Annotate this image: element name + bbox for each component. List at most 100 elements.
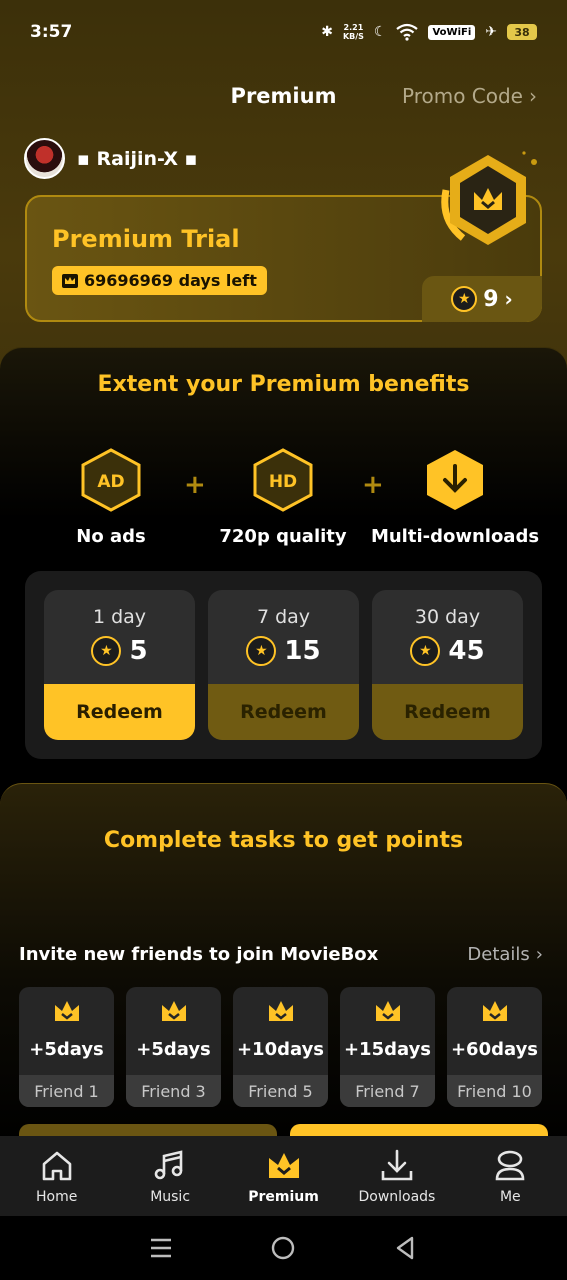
friend-reward-card[interactable]: +5days Friend 1 <box>19 987 114 1107</box>
nav-me[interactable]: Me <box>454 1136 567 1216</box>
home-icon <box>42 1151 72 1181</box>
points-balance[interactable]: ★ 9 › <box>422 276 542 322</box>
nav-label: Premium <box>248 1189 319 1205</box>
invite-row: Invite new friends to join MovieBox Deta… <box>19 944 543 965</box>
days-left-badge: 69696969 days left <box>52 266 267 295</box>
plan-days: 7 day <box>256 606 311 628</box>
nav-downloads[interactable]: Downloads <box>340 1136 453 1216</box>
status-time: 3:57 <box>30 22 73 42</box>
moon-icon: ☾ <box>373 24 387 40</box>
benefit-label: Multi-downloads <box>370 526 540 547</box>
trial-title: Premium Trial <box>52 225 240 253</box>
status-icons: ✱ 2.21 KB/S ☾ VoWiFi ✈ 38 <box>321 23 537 41</box>
star-coin-icon: ★ <box>91 636 122 666</box>
bluetooth-icon: ✱ <box>321 24 333 40</box>
nav-label: Downloads <box>358 1189 436 1205</box>
benefit-label: No ads <box>76 526 146 547</box>
nav-home[interactable]: Home <box>0 1136 113 1216</box>
back-icon[interactable] <box>392 1234 420 1262</box>
bottom-nav: Home Music Premium Downloads Me <box>0 1136 567 1216</box>
status-bar: 3:57 ✱ 2.21 KB/S ☾ VoWiFi ✈ 38 <box>0 0 567 64</box>
chevron-right-icon: › <box>535 944 543 965</box>
download-arrow-icon <box>427 450 483 510</box>
tasks-panel: Complete tasks to get points Invite new … <box>0 783 567 1143</box>
download-icon <box>381 1149 413 1181</box>
friend-label: Friend 7 <box>340 1075 435 1107</box>
friend-bonus: +5days <box>136 1039 211 1060</box>
plan-days: 1 day <box>92 606 147 628</box>
star-coin-icon: ★ <box>410 636 441 666</box>
chevron-right-icon: › <box>504 287 513 311</box>
friend-bonus: +60days <box>450 1039 539 1060</box>
profile-icon <box>496 1150 525 1181</box>
username: ▪ Raijin-X ▪ <box>77 147 198 170</box>
star-coin-icon: ★ <box>246 636 277 666</box>
plan-price-value: 45 <box>448 636 485 666</box>
details-link[interactable]: Details › <box>467 944 543 965</box>
airplane-icon: ✈ <box>485 24 497 40</box>
friend-label: Friend 5 <box>233 1075 328 1107</box>
details-label: Details <box>467 944 530 965</box>
nav-label: Music <box>150 1189 191 1205</box>
system-nav-bar <box>0 1216 567 1280</box>
redeem-button[interactable]: Redeem <box>208 684 359 740</box>
benefit-hd: HD 720p quality <box>198 448 368 547</box>
user-row[interactable]: ▪ Raijin-X ▪ <box>24 138 198 179</box>
friend-label: Friend 10 <box>447 1075 542 1107</box>
avatar[interactable] <box>24 138 65 179</box>
home-circle-icon[interactable] <box>269 1234 297 1262</box>
invite-title: Invite new friends to join MovieBox <box>19 944 379 965</box>
net-speed: 2.21 KB/S <box>343 23 364 41</box>
nav-premium[interactable]: Premium <box>227 1136 340 1216</box>
net-speed-value: 2.21 <box>343 23 364 32</box>
plan-price: ★ 15 <box>208 636 359 666</box>
promo-code-link[interactable]: Promo Code › <box>402 84 537 108</box>
plan-card-30-day[interactable]: 30 day ★ 45 Redeem <box>372 590 523 740</box>
plan-price-value: 15 <box>284 636 321 666</box>
battery-icon: 38 <box>507 24 537 40</box>
plan-price: ★ 5 <box>44 636 195 666</box>
plan-price-value: 5 <box>129 636 148 666</box>
crown-icon <box>268 1153 299 1178</box>
hd-icon: HD <box>253 448 313 512</box>
friend-reward-card[interactable]: +60days Friend 10 <box>447 987 542 1107</box>
ad-icon-text: AD <box>97 472 124 492</box>
friend-bonus: +10days <box>236 1039 325 1060</box>
chevron-right-icon: › <box>529 84 537 108</box>
plan-days: 30 day <box>414 606 481 628</box>
benefit-no-ads: AD No ads <box>26 448 196 547</box>
crown-icon <box>55 1001 79 1021</box>
crown-icon <box>376 1001 400 1021</box>
redeem-button[interactable]: Redeem <box>44 684 195 740</box>
star-coin-icon: ★ <box>451 286 478 312</box>
friend-bonus: +15days <box>343 1039 432 1060</box>
hd-icon-text: HD <box>269 472 297 492</box>
promo-code-label: Promo Code <box>401 84 523 108</box>
header: Premium Promo Code › <box>0 78 567 118</box>
nav-music[interactable]: Music <box>113 1136 226 1216</box>
friend-bonus: +5days <box>29 1039 104 1060</box>
benefit-label: 720p quality <box>219 526 347 547</box>
friend-label: Friend 1 <box>19 1075 114 1107</box>
plan-card-7-day[interactable]: 7 day ★ 15 Redeem <box>208 590 359 740</box>
benefits-panel: Extent your Premium benefits AD No ads +… <box>0 347 567 777</box>
benefit-multi-downloads: Multi-downloads <box>370 448 540 547</box>
crown-icon <box>162 1001 186 1021</box>
points-value: 9 <box>483 286 499 312</box>
premium-hex-badge-icon <box>441 151 537 245</box>
nav-label: Me <box>499 1189 521 1205</box>
plans-container: 1 day ★ 5 Redeem 7 day ★ 15 Redeem 30 da… <box>25 571 542 759</box>
friend-reward-card[interactable]: +15days Friend 7 <box>340 987 435 1107</box>
crown-icon <box>483 1001 507 1021</box>
redeem-button[interactable]: Redeem <box>372 684 523 740</box>
plan-price: ★ 45 <box>372 636 523 666</box>
benefits-title: Extent your Premium benefits <box>97 372 470 397</box>
net-speed-unit: KB/S <box>342 32 364 41</box>
recent-apps-icon[interactable] <box>147 1234 175 1262</box>
ad-icon: AD <box>81 448 141 512</box>
friend-label: Friend 3 <box>126 1075 221 1107</box>
friend-reward-card[interactable]: +5days Friend 3 <box>126 987 221 1107</box>
nav-label: Home <box>36 1189 78 1205</box>
friend-reward-card[interactable]: +10days Friend 5 <box>233 987 328 1107</box>
plan-card-1-day[interactable]: 1 day ★ 5 Redeem <box>44 590 195 740</box>
